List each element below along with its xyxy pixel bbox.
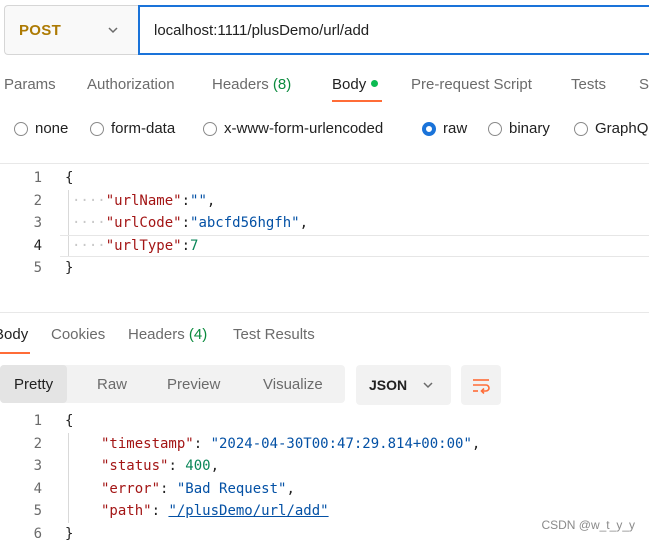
path-link[interactable]: "/plusDemo/url/add" xyxy=(168,503,328,519)
active-tab-indicator xyxy=(0,352,30,354)
wrap-text-icon xyxy=(473,379,490,394)
format-select[interactable]: JSON xyxy=(356,365,451,405)
code-line: 4 "error": "Bad Request", xyxy=(0,478,649,500)
code-line: 2 ····"urlName":"", xyxy=(0,190,649,212)
line-number: 4 xyxy=(33,238,42,254)
method-label: POST xyxy=(19,21,62,39)
code-line: 3 ····"urlCode":"abcfd56hgfh", xyxy=(0,212,649,234)
code-text: ····"urlName":"", xyxy=(72,193,216,209)
mode-raw[interactable]: Raw xyxy=(97,365,127,403)
method-select[interactable]: POST xyxy=(4,5,138,55)
active-tab-indicator xyxy=(332,100,382,102)
code-line: 1 { xyxy=(0,167,649,189)
mode-preview[interactable]: Preview xyxy=(167,365,220,403)
line-number: 4 xyxy=(33,481,42,497)
radio-raw-label: raw xyxy=(443,120,468,137)
radio-selected-icon xyxy=(422,121,436,136)
radio-form-data-label: form-data xyxy=(111,120,176,137)
chevron-down-icon xyxy=(108,27,118,34)
radio-circle-icon xyxy=(488,121,502,136)
url-bar: POST localhost:1111/plusDemo/url/add xyxy=(4,5,649,55)
divider xyxy=(0,312,649,313)
line-number: 1 xyxy=(33,413,42,429)
radio-none[interactable]: none xyxy=(14,120,68,137)
chevron-down-icon xyxy=(423,382,433,389)
tab-body[interactable]: Body xyxy=(332,76,379,93)
code-text: "status": 400, xyxy=(101,458,220,474)
code-text: } xyxy=(65,260,74,276)
body-type-options: none form-data x-www-form-urlencoded raw… xyxy=(0,114,649,148)
radio-binary-label: binary xyxy=(509,120,550,137)
tab-response-headers[interactable]: Headers (4) xyxy=(128,326,207,343)
tab-params[interactable]: Params xyxy=(4,76,56,93)
radio-circle-icon xyxy=(203,121,217,136)
code-text: { xyxy=(65,170,74,186)
tab-body-label: Body xyxy=(332,76,367,93)
url-input[interactable]: localhost:1111/plusDemo/url/add xyxy=(138,5,649,55)
code-line: 2 "timestamp": "2024-04-30T00:47:29.814+… xyxy=(0,433,649,455)
code-text: "timestamp": "2024-04-30T00:47:29.814+00… xyxy=(101,436,481,452)
mode-visualize[interactable]: Visualize xyxy=(263,365,323,403)
code-text: "path": "/plusDemo/url/add" xyxy=(101,503,329,519)
radio-graphql[interactable]: GraphQ xyxy=(574,120,648,137)
tab-test-results[interactable]: Test Results xyxy=(233,326,315,343)
radio-form-data[interactable]: form-data xyxy=(90,120,175,137)
line-number: 1 xyxy=(33,170,42,186)
tab-pre-request-script[interactable]: Pre-request Script xyxy=(411,76,532,93)
code-text: { xyxy=(65,413,74,429)
line-number: 3 xyxy=(33,215,42,231)
tab-authorization[interactable]: Authorization xyxy=(87,76,175,93)
line-number: 5 xyxy=(33,503,42,519)
tab-headers-label: Headers xyxy=(212,76,269,93)
modified-dot-icon xyxy=(371,80,379,87)
code-line: 1 { xyxy=(0,410,649,432)
tab-response-body[interactable]: Body xyxy=(0,326,28,343)
line-number: 2 xyxy=(33,193,42,209)
code-line: 3 "status": 400, xyxy=(0,455,649,477)
watermark: CSDN @w_t_y_y xyxy=(541,518,635,532)
radio-circle-icon xyxy=(90,121,104,136)
line-number: 5 xyxy=(33,260,42,276)
tab-tests[interactable]: Tests xyxy=(571,76,606,93)
radio-binary[interactable]: binary xyxy=(488,120,550,137)
tab-cookies[interactable]: Cookies xyxy=(51,326,105,343)
radio-none-label: none xyxy=(35,120,69,137)
code-text: ····"urlCode":"abcfd56hgfh", xyxy=(72,215,309,231)
view-mode-switcher: Pretty Raw Preview Visualize xyxy=(0,365,345,403)
code-text: "error": "Bad Request", xyxy=(101,481,295,497)
divider xyxy=(0,163,649,164)
line-number: 2 xyxy=(33,436,42,452)
line-number: 3 xyxy=(33,458,42,474)
code-line: 4 ····"urlType":7 xyxy=(0,235,649,257)
request-tabs: Params Authorization Headers (8) Body Pr… xyxy=(0,68,649,102)
tab-headers[interactable]: Headers (8) xyxy=(212,76,291,93)
code-text: } xyxy=(65,526,74,542)
wrap-lines-button[interactable] xyxy=(461,365,501,405)
mode-pretty[interactable]: Pretty xyxy=(0,365,68,403)
tab-settings-truncated[interactable]: S xyxy=(639,76,649,93)
code-text: ····"urlType":7 xyxy=(72,238,199,254)
tab-response-headers-label: Headers xyxy=(128,326,185,343)
radio-x-www-form-urlencoded[interactable]: x-www-form-urlencoded xyxy=(203,120,383,137)
code-line: 5 } xyxy=(0,257,649,279)
radio-urlencoded-label: x-www-form-urlencoded xyxy=(224,120,384,137)
line-number: 6 xyxy=(33,526,42,542)
tab-headers-count: (8) xyxy=(272,76,292,93)
radio-raw[interactable]: raw xyxy=(422,120,467,137)
format-select-label: JSON xyxy=(369,377,408,393)
response-tabs: Body Cookies Headers (4) Test Results xyxy=(0,316,649,354)
tab-response-headers-count: (4) xyxy=(188,326,208,343)
radio-circle-icon xyxy=(574,121,588,136)
radio-circle-icon xyxy=(14,121,28,136)
radio-graphql-label: GraphQ xyxy=(595,120,649,137)
